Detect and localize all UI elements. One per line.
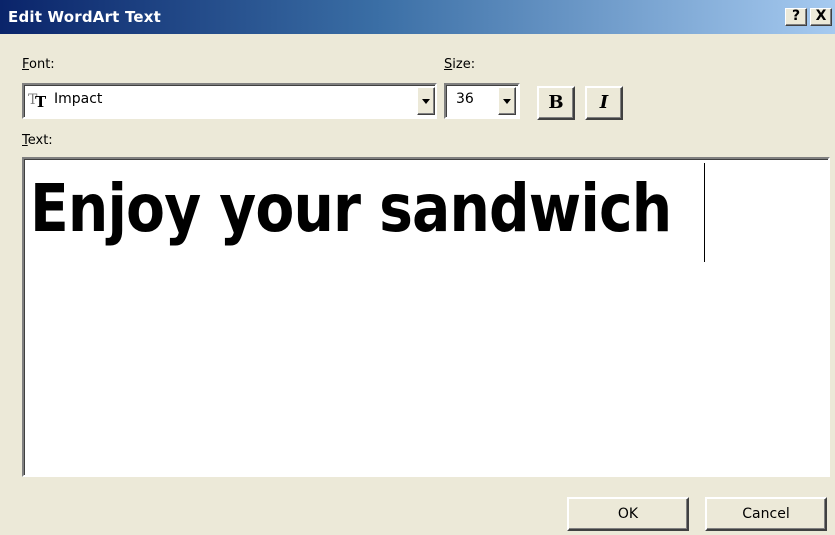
italic-button[interactable]: I [585,86,623,120]
edit-wordart-dialog: Edit WordArt Text ? X Font: Size: T T Im… [0,0,835,535]
font-label: Font: [22,57,55,72]
close-button[interactable]: X [810,8,832,26]
font-combobox[interactable]: T T Impact [22,83,437,119]
chevron-down-icon [503,99,511,104]
cancel-button[interactable]: Cancel [705,497,827,531]
svg-text:T: T [35,93,47,109]
title-bar[interactable]: Edit WordArt Text ? X [0,0,835,34]
size-value: 36 [456,91,474,107]
bold-button[interactable]: B [537,86,575,120]
help-button[interactable]: ? [785,8,807,26]
font-value: Impact [54,91,103,107]
text-label: Text: [22,133,53,148]
wordart-text-input[interactable]: Enjoy your sandwich [22,157,830,477]
dialog-title: Edit WordArt Text [8,8,162,26]
size-label: Size: [444,57,476,72]
ok-button[interactable]: OK [567,497,689,531]
chevron-down-icon [422,99,430,104]
truetype-font-icon: T T [28,92,47,109]
size-dropdown-button[interactable] [498,87,516,115]
size-combobox[interactable]: 36 [444,83,520,119]
font-dropdown-button[interactable] [417,87,435,115]
wordart-text-value: Enjoy your sandwich [30,170,672,247]
text-caret [704,163,705,262]
